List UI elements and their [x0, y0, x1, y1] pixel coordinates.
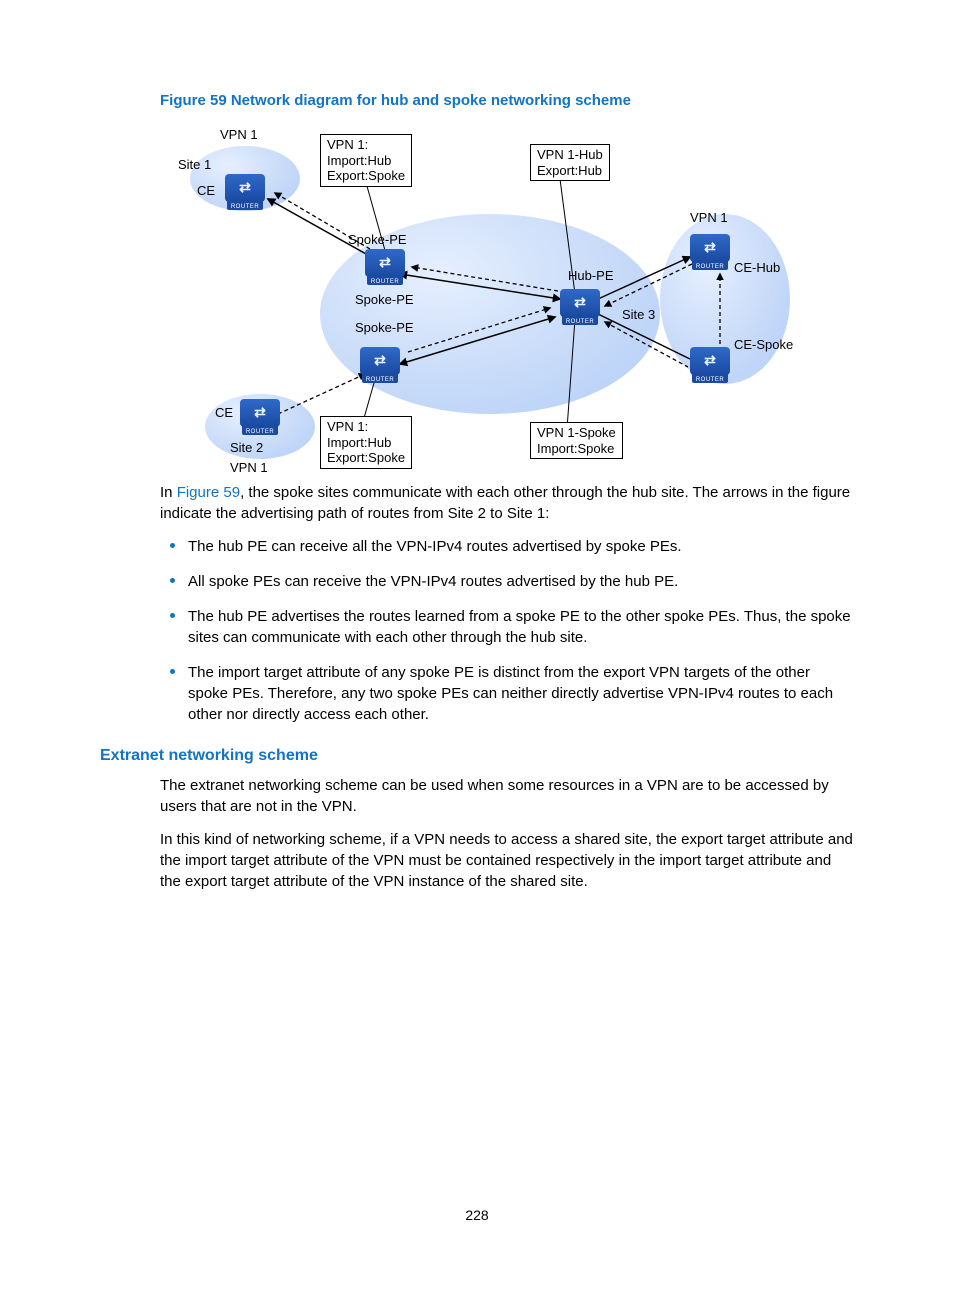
box-bottom-right: VPN 1-Spoke Import:Spoke	[530, 422, 623, 459]
intro-paragraph: In Figure 59, the spoke sites communicat…	[160, 482, 854, 524]
label-site2: Site 2	[230, 439, 263, 457]
router-spoke-pe-bottom: ⇄ ROUTER	[360, 347, 400, 383]
label-site1: Site 1	[178, 156, 211, 174]
intro-prefix: In	[160, 484, 177, 501]
page-number: 228	[0, 1206, 954, 1226]
box-top-right: VPN 1-Hub Export:Hub	[530, 144, 610, 181]
bullet-list: The hub PE can receive all the VPN-IPv4 …	[160, 536, 854, 725]
label-spoke-pe-a: Spoke-PE	[348, 231, 407, 249]
label-vpn1-c: VPN 1	[230, 459, 268, 477]
label-vpn1-a: VPN 1	[220, 126, 258, 144]
network-diagram: ⇄ ROUTER ⇄ ROUTER ⇄ ROUTER ⇄ ROUTER ⇄ RO…	[160, 119, 800, 474]
body-block: In Figure 59, the spoke sites communicat…	[160, 482, 854, 725]
figure-reference[interactable]: Figure 59	[177, 484, 240, 501]
router-hub-pe: ⇄ ROUTER	[560, 289, 600, 325]
router-ce-spoke: ⇄ ROUTER	[690, 347, 730, 383]
label-site3: Site 3	[622, 306, 655, 324]
extranet-block: The extranet networking scheme can be us…	[160, 775, 854, 892]
router-spoke-pe-top: ⇄ ROUTER	[365, 249, 405, 285]
figure-caption: Figure 59 Network diagram for hub and sp…	[160, 90, 854, 111]
label-spoke-pe-c: Spoke-PE	[355, 319, 414, 337]
label-vpn1-b: VPN 1	[690, 209, 728, 227]
list-item: The hub PE can receive all the VPN-IPv4 …	[160, 536, 854, 557]
label-hub-pe: Hub-PE	[568, 267, 614, 285]
extranet-para-1: The extranet networking scheme can be us…	[160, 775, 854, 817]
extranet-para-2: In this kind of networking scheme, if a …	[160, 829, 854, 892]
list-item: The hub PE advertises the routes learned…	[160, 606, 854, 648]
label-ce-b: CE	[215, 404, 233, 422]
router-ce2: ⇄ ROUTER	[240, 399, 280, 435]
box-bottom-left: VPN 1: Import:Hub Export:Spoke	[320, 416, 412, 469]
page: Figure 59 Network diagram for hub and sp…	[0, 0, 954, 1296]
label-ce-spoke: CE-Spoke	[734, 336, 793, 354]
router-ce-hub: ⇄ ROUTER	[690, 234, 730, 270]
label-ce-a: CE	[197, 182, 215, 200]
list-item: All spoke PEs can receive the VPN-IPv4 r…	[160, 571, 854, 592]
label-spoke-pe-b: Spoke-PE	[355, 291, 414, 309]
list-item: The import target attribute of any spoke…	[160, 662, 854, 725]
section-subhead: Extranet networking scheme	[100, 745, 854, 767]
box-top-left: VPN 1: Import:Hub Export:Spoke	[320, 134, 412, 187]
intro-suffix: , the spoke sites communicate with each …	[160, 484, 850, 522]
router-ce1: ⇄ ROUTER	[225, 174, 265, 210]
label-ce-hub: CE-Hub	[734, 259, 780, 277]
